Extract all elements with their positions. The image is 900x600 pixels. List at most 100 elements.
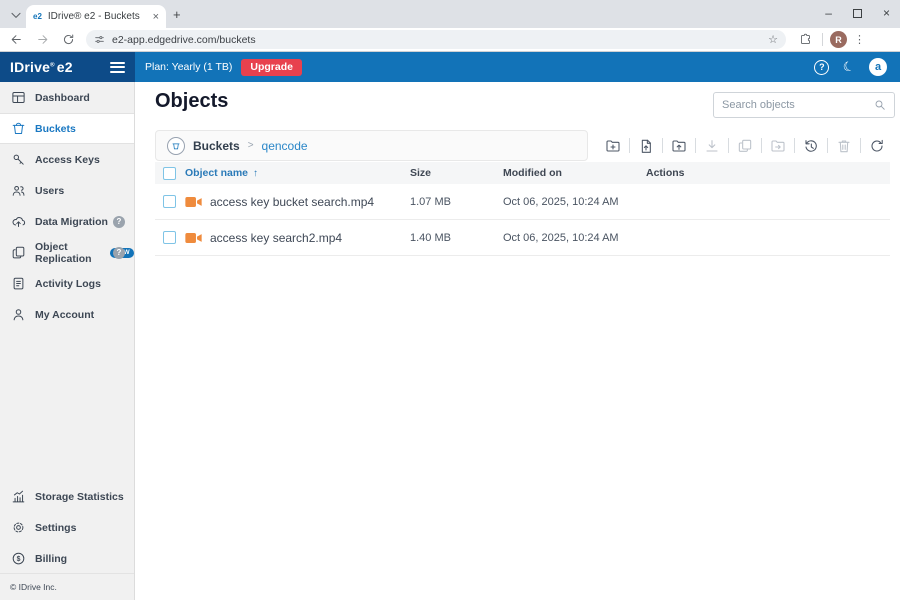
object-modified: Oct 06, 2025, 10:24 AM [503,232,646,244]
refresh-icon [869,138,885,154]
browser-menu-icon[interactable]: ⋮ [854,33,865,46]
window-controls: – × [825,6,890,20]
row-checkbox[interactable] [163,195,176,208]
sidebar-item-my-account[interactable]: My Account [0,299,134,330]
download-button[interactable] [699,138,725,154]
bookmark-star-icon[interactable]: ☆ [768,33,778,46]
history-button[interactable] [798,138,824,154]
tab-title: IDrive® e2 - Buckets [48,11,147,22]
gear-icon [11,520,26,535]
history-icon [803,138,819,154]
site-settings-icon[interactable] [94,34,105,45]
sidebar-item-object-replication[interactable]: Object Replication NEW ? [0,237,134,268]
table-row[interactable]: access key search2.mp4 1.40 MB Oct 06, 2… [155,220,890,256]
breadcrumb-buckets-link[interactable]: Buckets [193,139,240,153]
bucket-icon [171,141,181,151]
url-bar[interactable]: e2-app.edgedrive.com/buckets ☆ [86,30,786,49]
sidebar-item-buckets[interactable]: Buckets [0,113,134,144]
back-button[interactable] [6,30,26,50]
search-icon[interactable] [874,99,886,111]
object-modified: Oct 06, 2025, 10:24 AM [503,196,646,208]
browser-profile-avatar[interactable]: R [830,31,847,48]
copy-icon [737,138,753,154]
toolbar-divider [695,138,696,153]
row-checkbox[interactable] [163,231,176,244]
sidebar-item-access-keys[interactable]: Access Keys [0,144,134,175]
object-name[interactable]: access key search2.mp4 [210,231,342,245]
search-input[interactable] [722,99,874,111]
browser-toolbar: e2-app.edgedrive.com/buckets ☆ R ⋮ [0,28,900,52]
tab-search-button[interactable] [8,7,24,23]
extensions-puzzle-icon [799,33,812,46]
toolbar-divider [761,138,762,153]
object-name[interactable]: access key bucket search.mp4 [210,195,374,209]
new-tab-button[interactable]: + [173,7,181,22]
forward-icon [36,33,49,46]
help-badge-icon[interactable]: ? [113,216,125,228]
sidebar-item-billing[interactable]: $ Billing [0,543,134,574]
delete-button[interactable] [831,138,857,154]
table-row[interactable]: access key bucket search.mp4 1.07 MB Oct… [155,184,890,220]
account-avatar[interactable]: a [869,58,887,76]
header-actions: ? ☾ a [814,58,900,76]
help-badge-icon[interactable]: ? [113,247,125,259]
column-header-object-name[interactable]: Object name ↑ [185,167,410,179]
sidebar-item-label: Dashboard [35,92,90,104]
key-icon [11,152,26,167]
window-minimize-icon[interactable]: – [825,6,832,20]
reload-button[interactable] [58,30,78,50]
download-icon [704,138,720,154]
storage-stats-icon [11,489,26,504]
idrive-e2-logo: IDrive®e2 [10,59,110,75]
sidebar-item-activity-logs[interactable]: Activity Logs [0,268,134,299]
window-maximize-icon[interactable] [853,9,862,18]
svg-text:$: $ [17,556,21,563]
column-label: Object name [185,167,248,179]
sidebar-item-label: Activity Logs [35,278,101,290]
plan-label: Plan: Yearly (1 TB) [145,61,232,73]
sidebar-item-storage-statistics[interactable]: Storage Statistics [0,481,134,512]
create-folder-button[interactable] [600,138,626,154]
move-button[interactable] [765,138,791,154]
select-all-checkbox[interactable] [163,167,176,180]
hamburger-menu-icon[interactable] [110,62,125,73]
toolbar-divider [794,138,795,153]
breadcrumb-separator-icon: > [248,140,254,151]
sidebar-item-label: Object Replication [35,241,99,265]
reload-icon [62,33,75,46]
copy-button[interactable] [732,138,758,154]
column-header-size[interactable]: Size [410,167,503,179]
sort-ascending-icon[interactable]: ↑ [253,168,258,179]
objects-toolbar [600,130,890,161]
move-icon [770,138,786,154]
sidebar-item-label: Settings [35,522,76,534]
dark-mode-moon-icon[interactable]: ☾ [841,58,857,77]
search-box [713,92,895,118]
dashboard-icon [11,90,26,105]
browser-tab[interactable]: e2 IDrive® e2 - Buckets × [26,5,166,28]
column-header-modified[interactable]: Modified on [503,167,646,179]
sidebar-item-dashboard[interactable]: Dashboard [0,82,134,113]
forward-button[interactable] [32,30,52,50]
refresh-button[interactable] [864,138,890,154]
upload-file-button[interactable] [633,138,659,154]
extensions-button[interactable] [795,30,815,50]
sidebar-item-users[interactable]: Users [0,175,134,206]
bucket-root-icon[interactable] [167,137,185,155]
table-header-row: Object name ↑ Size Modified on Actions [155,162,890,184]
sidebar-item-label: Users [35,185,64,197]
help-icon[interactable]: ? [814,60,829,75]
window-close-icon[interactable]: × [883,6,890,20]
tab-close-icon[interactable]: × [153,11,159,23]
breadcrumb-current-bucket[interactable]: qencode [262,139,308,153]
create-folder-icon [605,138,621,154]
url-text[interactable]: e2-app.edgedrive.com/buckets [112,34,761,46]
chevron-down-icon [8,7,24,23]
sidebar-item-settings[interactable]: Settings [0,512,134,543]
replication-icon [11,245,26,260]
upload-folder-button[interactable] [666,138,692,154]
sidebar-item-data-migration[interactable]: Data Migration ? [0,206,134,237]
breadcrumb: Buckets > qencode [155,130,588,161]
bucket-icon [11,121,26,136]
upgrade-button[interactable]: Upgrade [241,59,302,76]
